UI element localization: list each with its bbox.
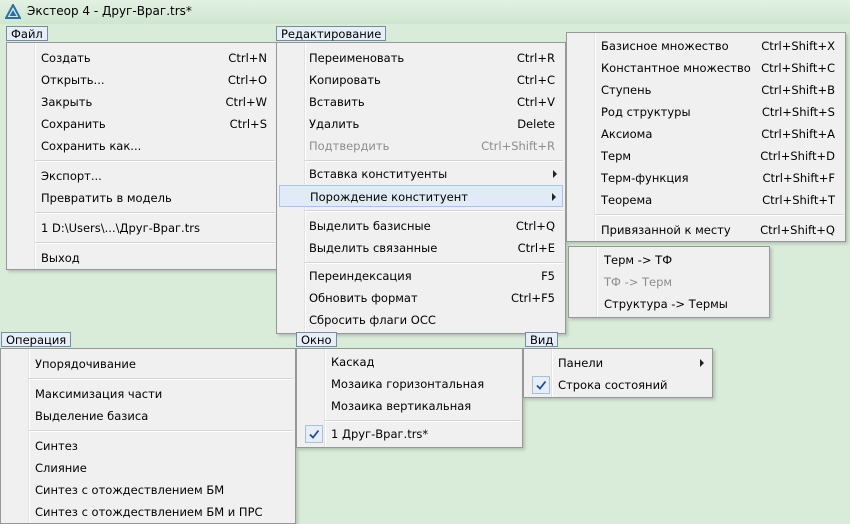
operation-menu: Упорядочивание Максимизация части Выделе…: [0, 348, 296, 524]
submenu-arrow-icon: [553, 170, 557, 178]
menu-item-open[interactable]: Открыть... Ctrl+O: [9, 69, 275, 91]
window-menu: Каскад Мозаика горизонтальная Мозаика ве…: [296, 348, 523, 448]
menu-item-tile-horizontal[interactable]: Мозаика горизонтальная: [299, 373, 520, 395]
menu-item-delete[interactable]: Удалить Delete: [279, 113, 563, 135]
menu-separator: [305, 160, 563, 162]
menu-item-paste[interactable]: Вставить Ctrl+V: [279, 91, 563, 113]
menu-item-recent-file[interactable]: 1 D:\Users\...\Друг-Враг.trs: [9, 217, 275, 239]
menu-item-ordering[interactable]: Упорядочивание: [3, 353, 293, 375]
menu-separator: [35, 160, 275, 162]
menu-header-file[interactable]: Файл: [6, 26, 48, 41]
menu-item-synthesis-bm[interactable]: Синтез с отождествлением БМ: [3, 479, 293, 501]
menu-item-exit[interactable]: Выход: [9, 247, 275, 269]
menu-item-extract-basis[interactable]: Выделение базиса: [3, 405, 293, 427]
menu-item-basic-set[interactable]: Базисное множество Ctrl+Shift+X: [569, 35, 843, 57]
edit-menu: Переименовать Ctrl+R Копировать Ctrl+C В…: [276, 42, 566, 334]
view-menu: Панели Строка состояний: [523, 348, 713, 398]
menu-item-select-basic[interactable]: Выделить базисные Ctrl+Q: [279, 215, 563, 237]
menu-item-open-document[interactable]: 1 Друг-Враг.trs*: [299, 423, 520, 445]
menu-item-insert-constituent[interactable]: Вставка конституенты: [279, 163, 563, 185]
menu-item-select-related[interactable]: Выделить связанные Ctrl+E: [279, 237, 563, 259]
menu-separator: [595, 214, 843, 216]
generate-constituents-submenu: Терм -> ТФ ТФ -> Терм Структура -> Термы: [568, 246, 770, 318]
checkmark-icon: [532, 376, 550, 394]
menu-item-maximize-part[interactable]: Максимизация части: [3, 383, 293, 405]
menu-item-axiom[interactable]: Аксиома Ctrl+Shift+A: [569, 123, 843, 145]
title-bar: Экстеор 4 - Друг-Враг.trs*: [0, 0, 850, 24]
menu-separator: [325, 420, 520, 422]
menu-item-create[interactable]: Создать Ctrl+N: [9, 47, 275, 69]
insert-constituent-submenu: Базисное множество Ctrl+Shift+X Констант…: [566, 32, 846, 242]
menu-item-cascade[interactable]: Каскад: [299, 351, 520, 373]
menu-item-copy[interactable]: Копировать Ctrl+C: [279, 69, 563, 91]
menu-item-place-bound[interactable]: Привязанной к месту Ctrl+Shift+Q: [569, 219, 843, 241]
window-title: Экстеор 4 - Друг-Враг.trs*: [27, 4, 192, 18]
menu-item-tf-to-term[interactable]: ТФ -> Терм: [571, 271, 767, 293]
menu-item-export[interactable]: Экспорт...: [9, 165, 275, 187]
menu-header-operation[interactable]: Операция: [1, 332, 72, 347]
menu-item-save-as[interactable]: Сохранить как...: [9, 135, 275, 157]
menu-separator: [305, 262, 563, 264]
menu-item-refresh-format[interactable]: Обновить формат Ctrl+F5: [279, 287, 563, 309]
menu-item-reindex[interactable]: Переиндексация F5: [279, 265, 563, 287]
menu-item-structure-kind[interactable]: Род структуры Ctrl+Shift+S: [569, 101, 843, 123]
exteor-triangle-icon: [5, 4, 21, 19]
menu-item-generate-constituents[interactable]: Порождение конституент: [279, 185, 563, 207]
menu-item-panels[interactable]: Панели: [526, 352, 710, 374]
menu-separator: [35, 242, 275, 244]
menu-item-constant-set[interactable]: Константное множество Ctrl+Shift+C: [569, 57, 843, 79]
menu-item-close[interactable]: Закрыть Ctrl+W: [9, 91, 275, 113]
menu-item-confirm[interactable]: Подтвердить Ctrl+Shift+R: [279, 135, 563, 157]
menu-item-theorem[interactable]: Теорема Ctrl+Shift+T: [569, 189, 843, 211]
menu-item-term-to-tf[interactable]: Терм -> ТФ: [571, 249, 767, 271]
checkmark-icon: [305, 425, 323, 443]
submenu-arrow-icon: [700, 359, 704, 367]
menu-item-status-bar[interactable]: Строка состояний: [526, 374, 710, 396]
menu-item-stage[interactable]: Ступень Ctrl+Shift+B: [569, 79, 843, 101]
menu-separator: [35, 212, 275, 214]
menu-separator: [29, 430, 293, 432]
menu-item-tile-vertical[interactable]: Мозаика вертикальная: [299, 395, 520, 417]
menu-header-view[interactable]: Вид: [525, 332, 559, 347]
submenu-arrow-icon: [552, 193, 556, 201]
menu-separator: [29, 378, 293, 380]
menu-item-save[interactable]: Сохранить Ctrl+S: [9, 113, 275, 135]
file-menu: Создать Ctrl+N Открыть... Ctrl+O Закрыть…: [6, 42, 278, 270]
menu-item-convert-to-model[interactable]: Превратить в модель: [9, 187, 275, 209]
menu-header-edit[interactable]: Редактирование: [276, 26, 387, 41]
menu-item-term[interactable]: Терм Ctrl+Shift+D: [569, 145, 843, 167]
menu-item-structure-to-terms[interactable]: Структура -> Термы: [571, 293, 767, 315]
menu-item-reset-oss-flags[interactable]: Сбросить флаги ОСС: [279, 309, 563, 331]
menu-item-synthesis[interactable]: Синтез: [3, 435, 293, 457]
menu-separator: [305, 210, 563, 212]
menu-item-term-function[interactable]: Терм-функция Ctrl+Shift+F: [569, 167, 843, 189]
menu-item-rename[interactable]: Переименовать Ctrl+R: [279, 47, 563, 69]
menu-header-window[interactable]: Окно: [296, 332, 337, 347]
menu-item-merge[interactable]: Слияние: [3, 457, 293, 479]
